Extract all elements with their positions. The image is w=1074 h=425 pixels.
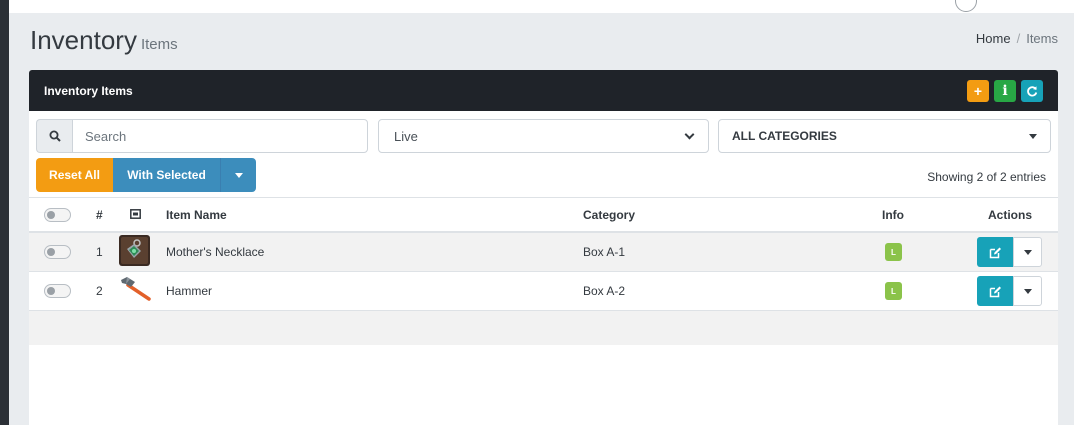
breadcrumb-home[interactable]: Home: [976, 31, 1011, 46]
sidebar-edge: [0, 0, 9, 425]
search-addon[interactable]: [36, 119, 72, 153]
entries-info: Showing 2 of 2 entries: [927, 170, 1046, 184]
item-name[interactable]: Mother's Necklace: [166, 245, 264, 259]
add-item-button[interactable]: +: [967, 80, 989, 102]
col-info: Info: [882, 207, 904, 222]
edit-button[interactable]: [977, 237, 1013, 267]
col-number: #: [96, 207, 103, 222]
refresh-button[interactable]: [1021, 80, 1043, 102]
breadcrumb: Home / Items: [976, 31, 1058, 46]
page-title-text: Inventory: [30, 25, 137, 55]
item-thumbnail-hammer[interactable]: [119, 274, 152, 308]
table-row: 2 Hammer Box A-2 L: [29, 272, 1058, 311]
inventory-card: Inventory Items + i Live ALL CATEGORIES …: [29, 70, 1058, 425]
row-select-toggle[interactable]: [44, 284, 71, 298]
edit-icon: [989, 286, 1001, 297]
category-select-value: ALL CATEGORIES: [732, 129, 837, 143]
breadcrumb-current: Items: [1026, 31, 1058, 46]
status-select[interactable]: Live: [378, 119, 709, 153]
row-number: 2: [96, 284, 103, 298]
page-title: Inventory Items: [30, 25, 178, 56]
item-thumbnail-necklace[interactable]: [119, 235, 150, 269]
select-all-toggle[interactable]: [44, 207, 71, 222]
status-select-value: Live: [394, 128, 418, 144]
image-column-icon: [130, 208, 141, 222]
status-badge: L: [885, 282, 902, 300]
caret-down-icon: [1029, 133, 1037, 139]
table-header: # Item Name Category Info Actions: [29, 197, 1058, 233]
item-category: Box A-2: [583, 284, 626, 298]
card-title: Inventory Items: [44, 84, 133, 98]
search-group: [36, 119, 368, 153]
info-button[interactable]: i: [994, 80, 1016, 102]
row-actions-dropdown[interactable]: [1013, 276, 1042, 306]
table-row: 1 Mother's Necklace Box A-1 L: [29, 233, 1058, 272]
item-category: Box A-1: [583, 245, 626, 259]
row-actions: [977, 237, 1042, 267]
edit-icon: [989, 247, 1001, 258]
user-avatar[interactable]: [955, 0, 977, 12]
card-header: Inventory Items + i: [29, 70, 1058, 111]
table-footer: [29, 311, 1058, 345]
plus-icon: +: [973, 83, 983, 99]
row-number: 1: [96, 245, 103, 259]
caret-down-icon: [1023, 249, 1032, 255]
caret-down-icon: [234, 172, 243, 178]
breadcrumb-separator: /: [1016, 31, 1021, 46]
item-name[interactable]: Hammer: [166, 284, 212, 298]
col-actions: Actions: [988, 207, 1033, 222]
items-table: # Item Name Category Info Actions 1 Moth…: [29, 197, 1058, 311]
col-item-name[interactable]: Item Name: [166, 208, 227, 222]
row-actions-dropdown[interactable]: [1013, 237, 1042, 267]
reset-all-button[interactable]: Reset All: [36, 158, 113, 192]
top-navbar: [9, 0, 1074, 13]
row-actions: [977, 276, 1042, 306]
status-badge: L: [885, 243, 902, 261]
search-icon: [49, 130, 61, 142]
card-tools: + i: [967, 80, 1043, 102]
info-icon: i: [1002, 83, 1008, 99]
with-selected-dropdown-toggle[interactable]: [220, 158, 256, 192]
refresh-icon: [1027, 86, 1038, 97]
page-subtitle: Items: [140, 36, 178, 53]
col-category[interactable]: Category: [583, 208, 635, 222]
category-select[interactable]: ALL CATEGORIES: [718, 119, 1051, 153]
row-select-toggle[interactable]: [44, 245, 71, 259]
edit-button[interactable]: [977, 276, 1013, 306]
caret-down-icon: [1023, 288, 1032, 294]
with-selected-button[interactable]: With Selected: [113, 158, 220, 192]
chevron-down-icon: [684, 129, 695, 139]
search-input[interactable]: [72, 119, 368, 153]
